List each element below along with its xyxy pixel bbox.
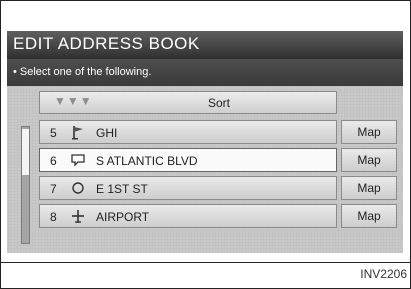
- entry-number: 8: [50, 210, 57, 224]
- caption-divider: [0, 262, 411, 263]
- entry-number: 6: [50, 154, 57, 168]
- instruction-bar: • Select one of the following.: [7, 59, 403, 86]
- map-button-5[interactable]: Map: [341, 120, 397, 144]
- map-button-7[interactable]: Map: [341, 176, 397, 200]
- address-entry-6[interactable]: 6 S ATLANTIC BLVD: [39, 148, 337, 172]
- title-bar: EDIT ADDRESS BOOK: [7, 31, 403, 59]
- entry-name: E 1ST ST: [96, 182, 148, 196]
- address-entry-7[interactable]: 7 E 1ST ST: [39, 176, 337, 200]
- map-button-8[interactable]: Map: [341, 204, 397, 228]
- figure-caption: INV2206: [360, 267, 407, 281]
- sort-button[interactable]: ▼▼▼ Sort: [39, 91, 337, 114]
- talk-bubble-icon: [71, 154, 85, 167]
- sort-arrows-icon: ▼▼▼: [54, 94, 93, 108]
- entry-name: AIRPORT: [96, 210, 150, 224]
- sort-label: Sort: [208, 96, 231, 110]
- screen-title: EDIT ADDRESS BOOK: [13, 34, 200, 53]
- circle-icon: [72, 182, 84, 194]
- entry-name: S ATLANTIC BLVD: [96, 154, 198, 168]
- scrollbar[interactable]: [21, 126, 30, 244]
- airplane-icon: [72, 210, 84, 223]
- entry-number: 5: [50, 126, 57, 140]
- map-button-6[interactable]: Map: [341, 148, 397, 172]
- entry-name: GHI: [96, 126, 118, 140]
- entry-number: 7: [50, 182, 57, 196]
- navigation-screen: EDIT ADDRESS BOOK • Select one of the fo…: [7, 31, 403, 253]
- scroll-thumb[interactable]: [22, 129, 29, 175]
- flag-icon: [72, 126, 83, 140]
- instruction-text: • Select one of the following.: [13, 66, 152, 78]
- address-entry-8[interactable]: 8 AIRPORT: [39, 204, 337, 228]
- address-entry-5[interactable]: 5 GHI: [39, 120, 337, 144]
